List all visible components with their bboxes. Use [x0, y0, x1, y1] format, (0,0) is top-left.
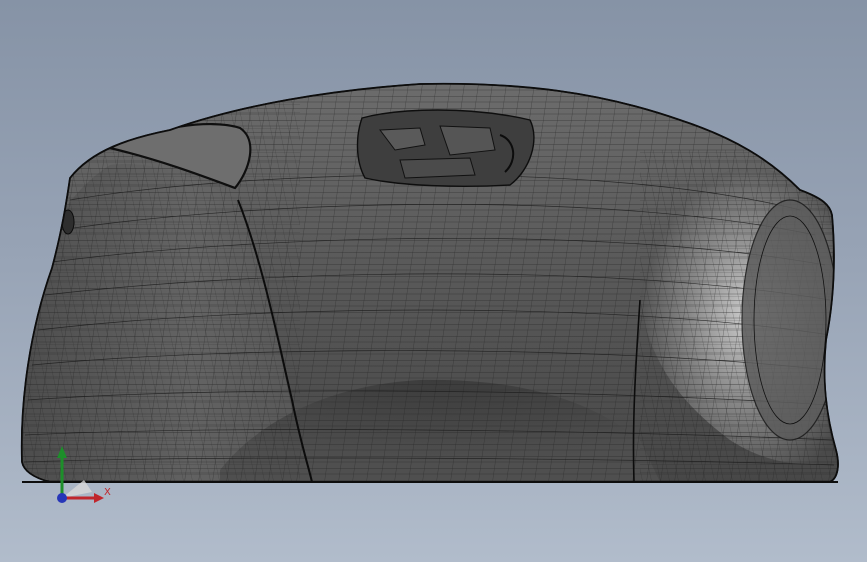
triad-y-arrow-icon: [57, 446, 67, 458]
triad-x-arrow-icon: [94, 493, 104, 503]
graphics-viewport[interactable]: X Y: [0, 0, 867, 562]
coordinate-triad[interactable]: [48, 440, 118, 510]
triad-z-axis: [57, 493, 67, 503]
triad-plane: [62, 480, 92, 498]
side-wheel: [741, 199, 838, 441]
mesh-wireframe-left: [21, 83, 300, 483]
top-logo-relief: [356, 109, 535, 188]
mouse-shell-model[interactable]: [0, 0, 867, 562]
triad-x-label: X: [104, 487, 111, 498]
